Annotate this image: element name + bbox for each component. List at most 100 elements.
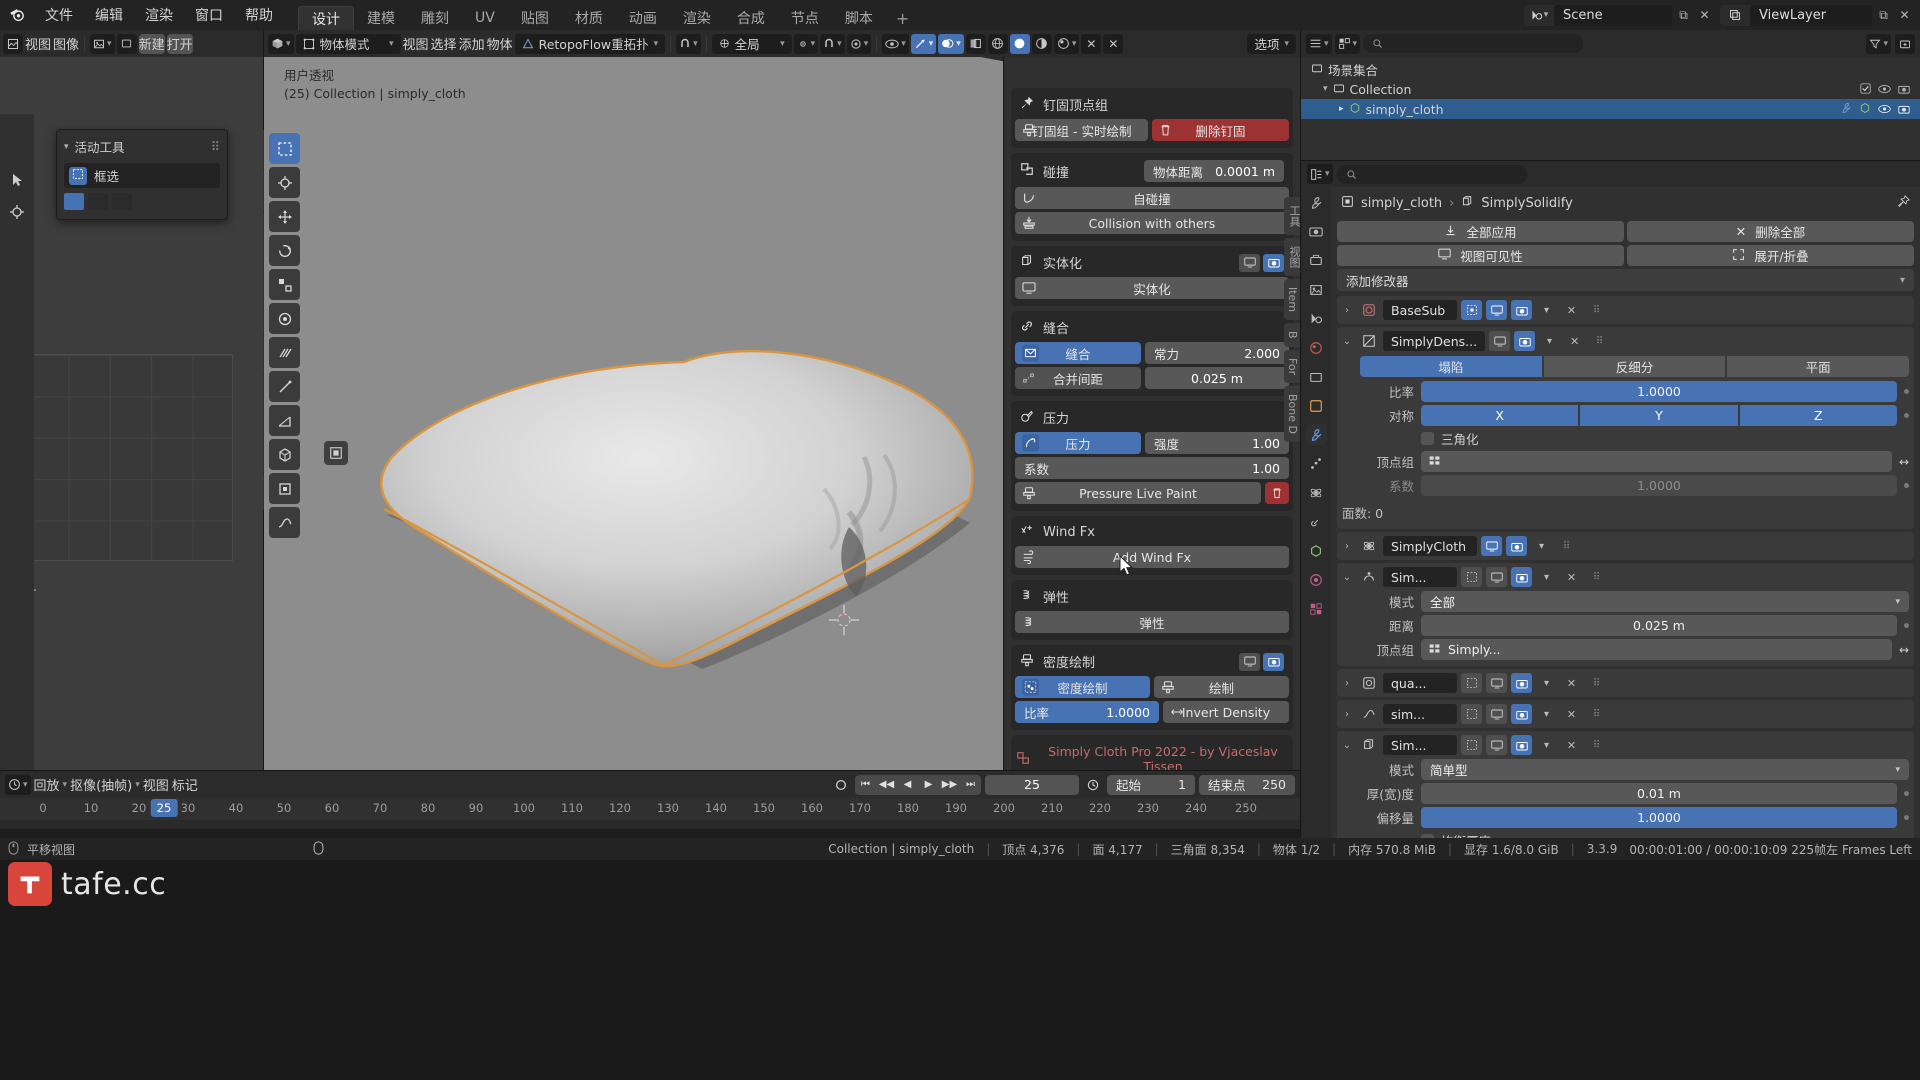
output-tab-icon[interactable] [1306, 250, 1327, 271]
record-icon[interactable] [831, 775, 851, 795]
pressure-factor-field[interactable]: 系数 1.00 [1015, 457, 1289, 479]
move-tool-icon[interactable] [269, 201, 300, 232]
camera-icon[interactable] [1511, 673, 1532, 693]
mesh-data-icon[interactable] [1859, 102, 1871, 117]
chevron-right-icon[interactable]: › [1340, 709, 1354, 720]
decimate-mode-planar[interactable]: 平面 [1727, 356, 1910, 377]
viewlayer-selector[interactable]: ViewLayer [1720, 4, 1872, 26]
modifier-header[interactable]: ⌄ Sim... ▾ ✕ ⠿ [1340, 734, 1911, 756]
current-frame-field[interactable]: 25 [985, 774, 1079, 795]
drag-handle-icon[interactable]: ⠿ [1586, 704, 1607, 724]
triangulate-checkbox[interactable] [1421, 432, 1434, 445]
symmetry-axis-x[interactable]: X [1421, 405, 1579, 426]
tab-compositing[interactable]: 合成 [724, 6, 778, 30]
menu-render[interactable]: 渲染 [134, 0, 184, 30]
scene-selector[interactable]: ▾ Scene [1524, 4, 1672, 26]
visibility-eye-icon[interactable]: ▾ [882, 33, 909, 54]
select-subtract-icon[interactable] [112, 193, 132, 210]
modifier-tab-icon[interactable] [1305, 424, 1327, 445]
select-new-icon[interactable] [64, 193, 84, 210]
animate-dot-icon[interactable] [1904, 413, 1909, 418]
modifier-header[interactable]: › SimplyCloth ▾ ⠿ [1340, 535, 1911, 557]
uv-menu-image[interactable]: 图像 [53, 34, 79, 53]
density-ratio-field[interactable]: 比率 1.0000 [1015, 701, 1159, 723]
modifier-name[interactable]: sim... [1383, 704, 1457, 724]
viewport-menu-select[interactable]: 选择 [431, 34, 457, 53]
expand-collapse-button[interactable]: 展开/折叠 [1627, 245, 1914, 266]
pin-group-live-paint-button[interactable]: 钉固组 - 实时绘制 [1015, 119, 1148, 141]
chevron-down-icon[interactable]: ▾ [64, 142, 69, 152]
chevron-down-icon[interactable]: ⌄ [1340, 336, 1354, 347]
prev-keyframe-icon[interactable]: ◀◀ [876, 775, 897, 795]
checkbox-icon[interactable] [1860, 82, 1871, 97]
tab-animation[interactable]: 动画 [616, 6, 670, 30]
add-cube-tool-icon[interactable] [269, 439, 300, 470]
scale-tool-icon[interactable] [269, 269, 300, 300]
tab-shading[interactable]: 材质 [562, 6, 616, 30]
uv-menu-view[interactable]: 视图 [25, 34, 51, 53]
tab-modeling[interactable]: 建模 [354, 6, 408, 30]
modifier-menu-icon[interactable]: ▾ [1536, 567, 1557, 587]
camera-render-icon[interactable] [1898, 82, 1910, 97]
shrinkwrap-mode-value[interactable]: 全部 ▾ [1421, 591, 1909, 612]
drag-handle-icon[interactable]: ⠿ [1586, 735, 1607, 755]
select-extend-icon[interactable] [88, 193, 108, 210]
editor-type-icon[interactable] [3, 33, 23, 54]
start-frame-field[interactable]: 起始 1 [1107, 774, 1195, 795]
properties-search-input[interactable] [1336, 164, 1527, 184]
shading-material-icon[interactable] [1031, 33, 1052, 54]
tab-texturing[interactable]: 贴图 [508, 6, 562, 30]
modifier-header[interactable]: › sim... ▾ ✕ ⠿ [1340, 703, 1911, 725]
menu-help[interactable]: 帮助 [234, 0, 284, 30]
timeline-scrollbar[interactable] [0, 820, 1300, 829]
ntab-boned[interactable]: Bone D [1284, 385, 1300, 442]
ntab-tool[interactable]: 工具 [1284, 197, 1300, 235]
animate-dot-icon[interactable] [1904, 791, 1909, 796]
timeline-menu-view[interactable]: 视图 [143, 775, 169, 794]
tab-sculpting[interactable]: 雕刻 [408, 6, 462, 30]
play-icon[interactable]: ▶ [918, 775, 939, 795]
close-icon[interactable]: ✕ [1561, 300, 1582, 320]
breadcrumb-object[interactable]: simply_cloth [1361, 196, 1442, 211]
timeline-menu-marker[interactable]: 标记 [172, 775, 198, 794]
collection-tab-icon[interactable] [1306, 366, 1327, 387]
animate-dot-icon[interactable] [1904, 815, 1909, 820]
new-viewlayer-icon[interactable]: ⧉ [1874, 5, 1893, 26]
annotate-tool-icon[interactable] [269, 337, 300, 368]
editor-type-outliner-icon[interactable]: ▾ [1306, 33, 1332, 54]
menu-file[interactable]: 文件 [34, 0, 84, 30]
drag-handle-icon[interactable]: ⠿ [1589, 331, 1610, 351]
ntab-for[interactable]: For [1284, 349, 1300, 383]
drag-handle-icon[interactable]: ⠿ [1556, 536, 1577, 556]
edit-mode-icon[interactable] [1461, 704, 1482, 724]
overlays-toggle-icon[interactable]: ▾ [938, 33, 964, 54]
active-tool-row[interactable]: 框选 [64, 163, 220, 188]
density-draw-button[interactable]: 绘制 [1154, 676, 1289, 698]
editor-type-timeline-icon[interactable]: ▾ [5, 774, 31, 795]
modifier-name[interactable]: BaseSub [1383, 300, 1457, 320]
apply-all-button[interactable]: 全部应用 [1337, 221, 1624, 242]
monitor-icon[interactable] [1239, 652, 1260, 671]
monitor-icon[interactable] [1486, 735, 1507, 755]
modifier-name[interactable]: Sim... [1383, 735, 1457, 755]
vertex-group-invert-icon[interactable]: ↔ [1899, 455, 1909, 469]
chevron-down-icon[interactable]: ⌄ [1340, 740, 1354, 751]
drag-handle-icon[interactable]: ⠿ [1586, 567, 1607, 587]
scene-collection-row[interactable]: 场景集合 [1301, 59, 1920, 79]
tab-uv[interactable]: UV [462, 6, 508, 30]
menu-window[interactable]: 窗口 [184, 0, 234, 30]
add-wind-fx-button[interactable]: Add Wind Fx [1015, 546, 1289, 568]
uv-canvas[interactable]: ▾ 活动工具 ⠿ 框选 [0, 57, 263, 770]
modifier-menu-icon[interactable]: ▾ [1536, 300, 1557, 320]
camera-icon[interactable] [1511, 300, 1532, 320]
cursor-tool-icon[interactable] [269, 167, 300, 198]
animate-dot-icon[interactable] [1904, 483, 1909, 488]
chevron-right-icon[interactable]: › [1340, 541, 1354, 552]
monitor-icon[interactable] [1486, 567, 1507, 587]
camera-icon[interactable] [1514, 331, 1536, 351]
mode-selector[interactable]: 物体模式 ▾ [295, 33, 401, 54]
modifier-header[interactable]: ⌄ SimplyDens... ▾ ✕ ⠿ [1340, 330, 1911, 352]
tool-tab-icon[interactable] [1306, 192, 1327, 213]
solidify-mode-value[interactable]: 简单型 ▾ [1421, 759, 1909, 780]
modifier-header[interactable]: ⌄ Sim... ▾ ✕ ⠿ [1340, 566, 1911, 588]
